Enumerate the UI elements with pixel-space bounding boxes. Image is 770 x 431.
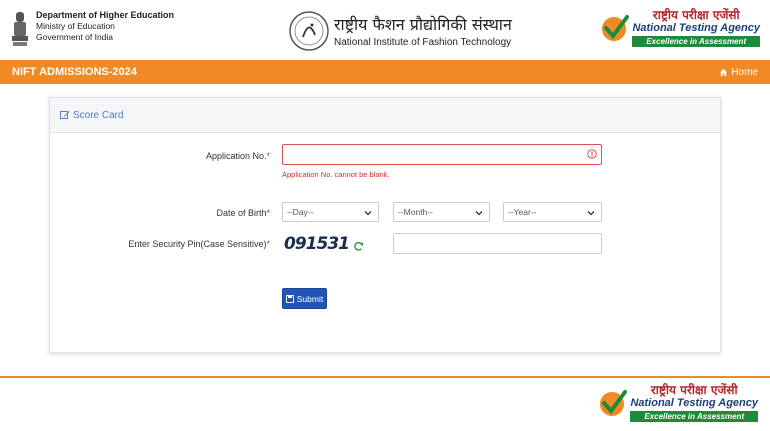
application-number-error: Application No. cannot be blank. bbox=[282, 170, 390, 179]
department-name: Department of Higher Education bbox=[36, 10, 175, 20]
national-emblem-icon bbox=[12, 12, 28, 46]
save-icon bbox=[285, 294, 294, 303]
dob-year-value: --Year-- bbox=[508, 207, 537, 217]
dob-day-select[interactable]: --Day-- bbox=[282, 202, 379, 222]
dob-label: Date of Birth* bbox=[150, 208, 270, 218]
required-marker: * bbox=[266, 239, 270, 249]
nta-name-english: National Testing Agency bbox=[632, 22, 760, 34]
footer-nta-tagline: Excellence in Assessment bbox=[630, 411, 758, 422]
nift-logo-icon bbox=[289, 11, 329, 51]
nta-check-logo-icon bbox=[600, 389, 628, 416]
footer-nta-block: राष्ट्रीय परीक्षा एजेंसी National Testin… bbox=[598, 383, 758, 422]
dob-label-text: Date of Birth bbox=[216, 208, 267, 218]
required-marker: * bbox=[266, 151, 270, 161]
footer-divider bbox=[0, 376, 770, 378]
institute-name-english: National Institute of Fashion Technology bbox=[334, 36, 512, 48]
chevron-down-icon bbox=[364, 211, 372, 216]
chevron-down-icon bbox=[475, 211, 483, 216]
submit-button[interactable]: Submit bbox=[282, 288, 327, 309]
score-card-panel: Score Card Application No.* Application … bbox=[49, 97, 721, 353]
application-number-input[interactable] bbox=[282, 144, 602, 165]
dob-year-select[interactable]: --Year-- bbox=[503, 202, 602, 222]
institute-name-hindi: राष्ट्रीय फैशन प्रौद्योगिकी संस्थान bbox=[334, 14, 512, 34]
site-header: Department of Higher Education Ministry … bbox=[0, 0, 770, 60]
government-name: Government of India bbox=[36, 32, 114, 42]
edit-icon bbox=[60, 111, 70, 119]
application-number-label-text: Application No. bbox=[205, 151, 267, 161]
card-header: Score Card bbox=[50, 98, 720, 133]
home-link[interactable]: Home bbox=[719, 67, 758, 78]
ministry-name: Ministry of Education bbox=[36, 21, 115, 31]
home-label: Home bbox=[731, 66, 758, 78]
application-number-label: Application No.* bbox=[150, 151, 270, 161]
footer-nta-name-english: National Testing Agency bbox=[630, 397, 758, 409]
home-icon bbox=[720, 68, 728, 76]
dob-month-value: --Month-- bbox=[398, 207, 433, 217]
card-title: Score Card bbox=[73, 109, 124, 121]
top-navbar: NIFT ADMISSIONS-2024 Home bbox=[0, 60, 770, 84]
captcha-image: 091531 bbox=[284, 234, 350, 254]
security-pin-label-text: Enter Security Pin(Case Sensitive) bbox=[128, 239, 267, 249]
required-marker: * bbox=[266, 208, 270, 218]
security-pin-input[interactable] bbox=[393, 233, 602, 254]
submit-label: Submit bbox=[296, 293, 324, 304]
refresh-captcha-icon[interactable] bbox=[353, 241, 364, 252]
nift-block: राष्ट्रीय फैशन प्रौद्योगिकी संस्थान Nati… bbox=[288, 5, 512, 57]
dob-month-select[interactable]: --Month-- bbox=[393, 202, 490, 222]
footer-nta-name-hindi: राष्ट्रीय परीक्षा एजेंसी bbox=[650, 383, 738, 397]
chevron-down-icon bbox=[587, 211, 595, 216]
dob-day-value: --Day-- bbox=[287, 207, 314, 217]
nta-name-hindi: राष्ट्रीय परीक्षा एजेंसी bbox=[652, 8, 740, 22]
error-alert-icon bbox=[587, 149, 597, 159]
nav-title: NIFT ADMISSIONS-2024 bbox=[12, 66, 137, 78]
nta-tagline: Excellence in Assessment bbox=[632, 36, 760, 47]
security-pin-label: Enter Security Pin(Case Sensitive)* bbox=[70, 239, 270, 249]
nta-check-logo-icon bbox=[602, 14, 630, 41]
ministry-block: Department of Higher Education Ministry … bbox=[10, 10, 174, 48]
nta-block: राष्ट्रीय परीक्षा एजेंसी National Testin… bbox=[600, 8, 760, 47]
